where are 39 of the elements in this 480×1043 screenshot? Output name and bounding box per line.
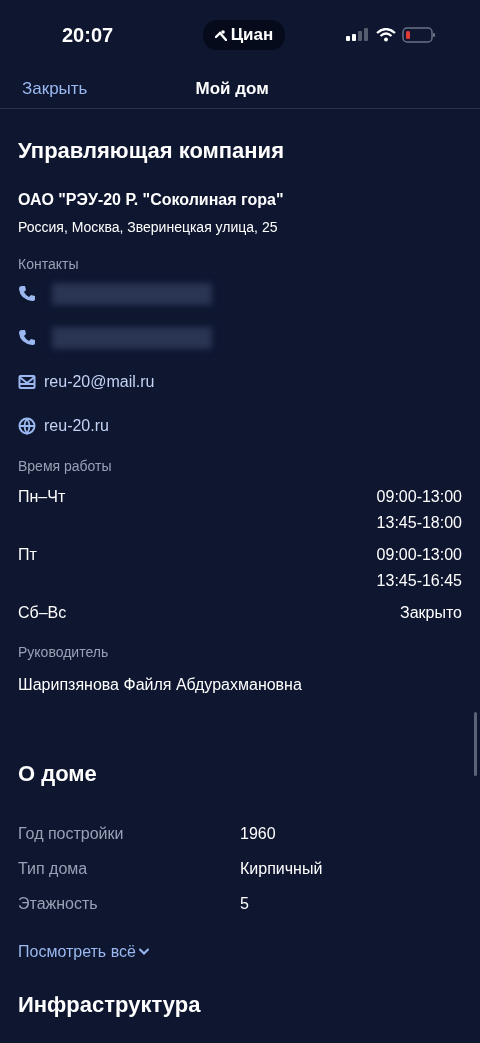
chevron-down-icon	[137, 948, 150, 956]
property-value: 5	[240, 894, 249, 913]
wifi-icon	[376, 28, 396, 42]
website-link[interactable]: reu-20.ru	[44, 417, 109, 435]
globe-icon	[18, 417, 36, 435]
company-address: Россия, Москва, Зверинецкая улица, 25	[18, 219, 279, 235]
working-hours: 13:45-16:45	[376, 572, 462, 590]
weekday-range: Пт	[18, 546, 37, 565]
manager-name: Шарипзянова Файля Абдурахмановна	[18, 676, 303, 694]
property-value: 1960	[240, 824, 276, 843]
show-all-link[interactable]: Посмотреть всё	[18, 943, 462, 961]
property-label: Тип дома	[18, 859, 89, 878]
working-hours: Закрыто	[400, 604, 462, 622]
section-heading: Управляющая компания	[18, 137, 285, 165]
working-hours: 09:00-13:00	[376, 546, 462, 564]
section-heading: О доме	[18, 760, 98, 788]
scrollbar	[474, 712, 477, 776]
page-title: Мой дом	[195, 79, 269, 99]
property-label: Год постройки	[18, 824, 125, 843]
phone-icon	[18, 329, 36, 347]
clock-time: 20:07	[62, 23, 115, 47]
field-label: Контакты	[18, 256, 80, 272]
envelope-icon	[18, 373, 36, 391]
property-value: Кирпичный	[240, 859, 323, 878]
company-name: ОАО "РЭУ-20 Р. "Соколиная гора"	[18, 191, 285, 209]
weekday-range: Пн–Чт	[18, 488, 66, 507]
signal-icon	[346, 28, 370, 42]
email-link[interactable]: reu-20@mail.ru	[44, 373, 155, 391]
weekday-range: Сб–Вс	[18, 604, 67, 622]
battery-icon	[402, 27, 436, 43]
field-label: Руководитель	[18, 644, 110, 660]
field-label: Время работы	[18, 458, 113, 474]
property-label: Этажность	[18, 894, 99, 913]
phone-icon	[18, 285, 36, 303]
section-heading: Инфраструктура	[18, 991, 202, 1019]
close-link[interactable]: Закрыть	[22, 79, 88, 99]
working-hours: 13:45-18:00	[376, 514, 462, 532]
working-hours: 09:00-13:00	[376, 488, 462, 506]
app-name: Циан	[230, 25, 274, 45]
